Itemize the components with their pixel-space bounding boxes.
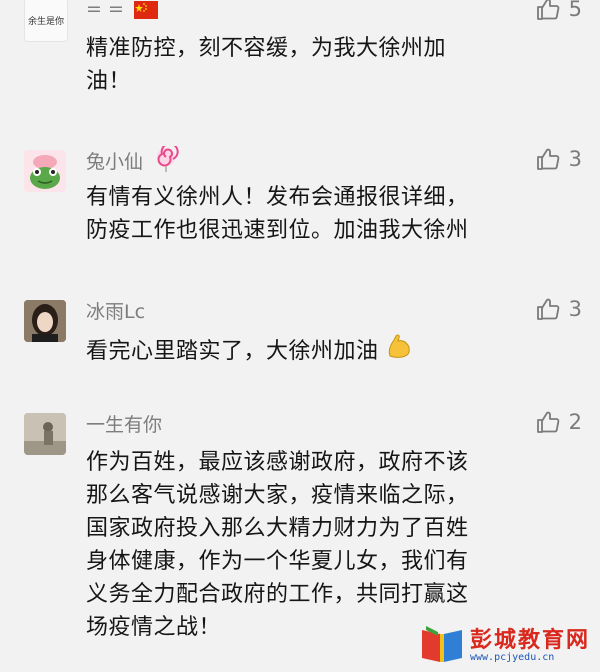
comment-line: 精准防控，刻不容缓，为我大徐州加: [86, 36, 447, 61]
like-button[interactable]: 5: [535, 0, 582, 22]
commenter-name-text: = =: [86, 0, 124, 20]
like-count: 2: [568, 410, 582, 434]
comment-line: 义务全力配合政府的工作，共同打赢这: [86, 582, 469, 607]
figure-avatar-image: [24, 413, 66, 455]
commenter-name-text: 冰雨Lc: [86, 301, 146, 323]
commenter-name-text: 兔小仙: [86, 151, 144, 173]
book-logo-icon: [418, 622, 466, 670]
like-button[interactable]: 3: [535, 296, 582, 322]
comment-line: 油！: [86, 69, 132, 94]
thumbs-up-icon: [535, 0, 561, 22]
comment-line: 看完心里踏实了，大徐州加油: [86, 332, 586, 370]
like-button[interactable]: 3: [535, 146, 582, 172]
commenter-name-text: 一生有你: [86, 414, 163, 436]
like-count: 3: [568, 147, 582, 171]
commenter-name[interactable]: 兔小仙: [86, 142, 179, 177]
comment-line: 身体健康，作为一个华夏儿女，我们有: [86, 549, 469, 574]
comment-line: 有情有义徐州人！发布会通报很详细，: [86, 185, 469, 210]
comment-text: 精准防控，刻不容缓，为我大徐州加 油！: [86, 32, 586, 98]
like-count: 5: [568, 0, 582, 21]
like-button[interactable]: 2: [535, 409, 582, 435]
thumbs-up-icon: [535, 296, 561, 322]
commenter-name[interactable]: 一生有你: [86, 410, 162, 437]
avatar[interactable]: [24, 300, 66, 342]
like-count: 3: [568, 297, 582, 321]
comment-line: 那么客气说感谢大家，疫情来临之际，: [86, 483, 469, 508]
lollipop-icon: [153, 142, 179, 177]
portrait-avatar-image: [24, 300, 66, 342]
watermark-title: 彭城教育网: [470, 628, 591, 653]
commenter-name[interactable]: = =: [86, 0, 158, 24]
site-watermark: 彭城教育网 www.pcjyedu.cn: [418, 620, 594, 668]
comment-line: 国家政府投入那么大精力财力为了百姓: [86, 516, 469, 541]
avatar-text: 余生是你: [27, 16, 64, 27]
comment-text: 作为百姓，最应该感谢政府，政府不该 那么客气说感谢大家，疫情来临之际， 国家政府…: [86, 446, 586, 644]
comment-text: 看完心里踏实了，大徐州加油: [86, 332, 586, 370]
commenter-name[interactable]: 冰雨Lc: [86, 297, 145, 324]
comment-line-text: 看完心里踏实了，大徐州加油: [86, 338, 379, 364]
china-flag-icon: [133, 1, 158, 24]
watermark-text: 彭城教育网 www.pcjyedu.cn: [470, 622, 590, 663]
comment-text: 有情有义徐州人！发布会通报很详细， 防疫工作也很迅速到位。加油我大徐州: [86, 181, 586, 247]
avatar[interactable]: [24, 413, 66, 455]
comment-line: 防疫工作也很迅速到位。加油我大徐州: [86, 218, 469, 243]
avatar[interactable]: 余生是你: [24, 0, 68, 42]
thumbs-up-icon: [535, 146, 561, 172]
flexed-biceps-icon: [385, 332, 413, 370]
avatar[interactable]: [24, 150, 66, 192]
thumbs-up-icon: [535, 409, 561, 435]
frog-avatar-image: [24, 150, 66, 192]
comment-line: 作为百姓，最应该感谢政府，政府不该: [86, 450, 469, 475]
